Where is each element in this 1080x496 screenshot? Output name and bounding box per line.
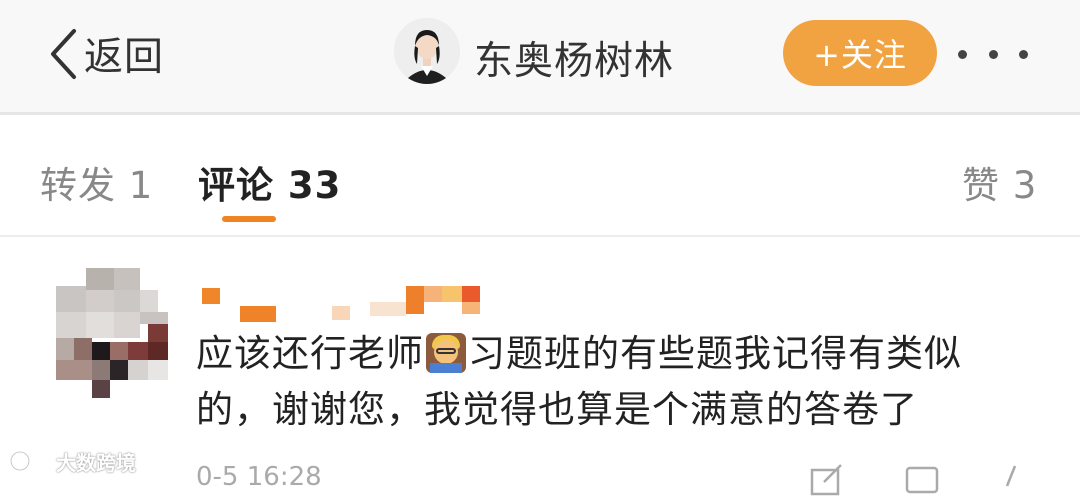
watermark-label: 大数跨境 <box>56 450 136 475</box>
comment-timestamp: 0-5 16:28 <box>196 462 322 492</box>
header-divider <box>0 112 1080 115</box>
dot-icon <box>1019 49 1028 59</box>
dot-icon <box>958 49 967 59</box>
like-icon[interactable] <box>995 462 1029 496</box>
watermark: 大数跨境 <box>8 446 136 476</box>
follow-button[interactable]: +关注 <box>783 20 937 86</box>
commenter-avatar-pixelated[interactable] <box>56 268 168 398</box>
comment-text-part1: 应该还行老师 <box>196 332 424 375</box>
page-title: 东奥杨树林 <box>474 39 675 84</box>
back-label: 返回 <box>84 35 165 80</box>
tabs-divider <box>0 235 1080 237</box>
top-navigation-bar: 返回 东奥杨树林 +关注 <box>0 0 1080 112</box>
tab-likes[interactable]: 赞 3 <box>962 155 1037 209</box>
tab-comments[interactable]: 评论 33 <box>198 155 341 209</box>
more-options-button[interactable] <box>958 36 1028 72</box>
tab-repost[interactable]: 转发 1 <box>40 155 153 209</box>
active-tab-indicator <box>222 216 276 222</box>
person-avatar-icon <box>394 18 460 84</box>
reply-icon[interactable] <box>905 462 939 496</box>
profile-avatar[interactable] <box>394 18 460 84</box>
comment-text: 应该还行老师 习题班的有些题我记得有类似的，谢谢您，我觉得也算是个满意的答卷了 <box>196 326 1036 438</box>
commenter-name-pixelated[interactable] <box>202 286 482 326</box>
dot-icon <box>988 49 998 59</box>
back-button[interactable]: 返回 <box>48 26 164 82</box>
watermark-logo-icon <box>9 450 45 472</box>
chevron-left-icon <box>51 29 76 79</box>
share-icon[interactable] <box>810 462 844 496</box>
teacher-emoji-icon <box>426 333 466 373</box>
